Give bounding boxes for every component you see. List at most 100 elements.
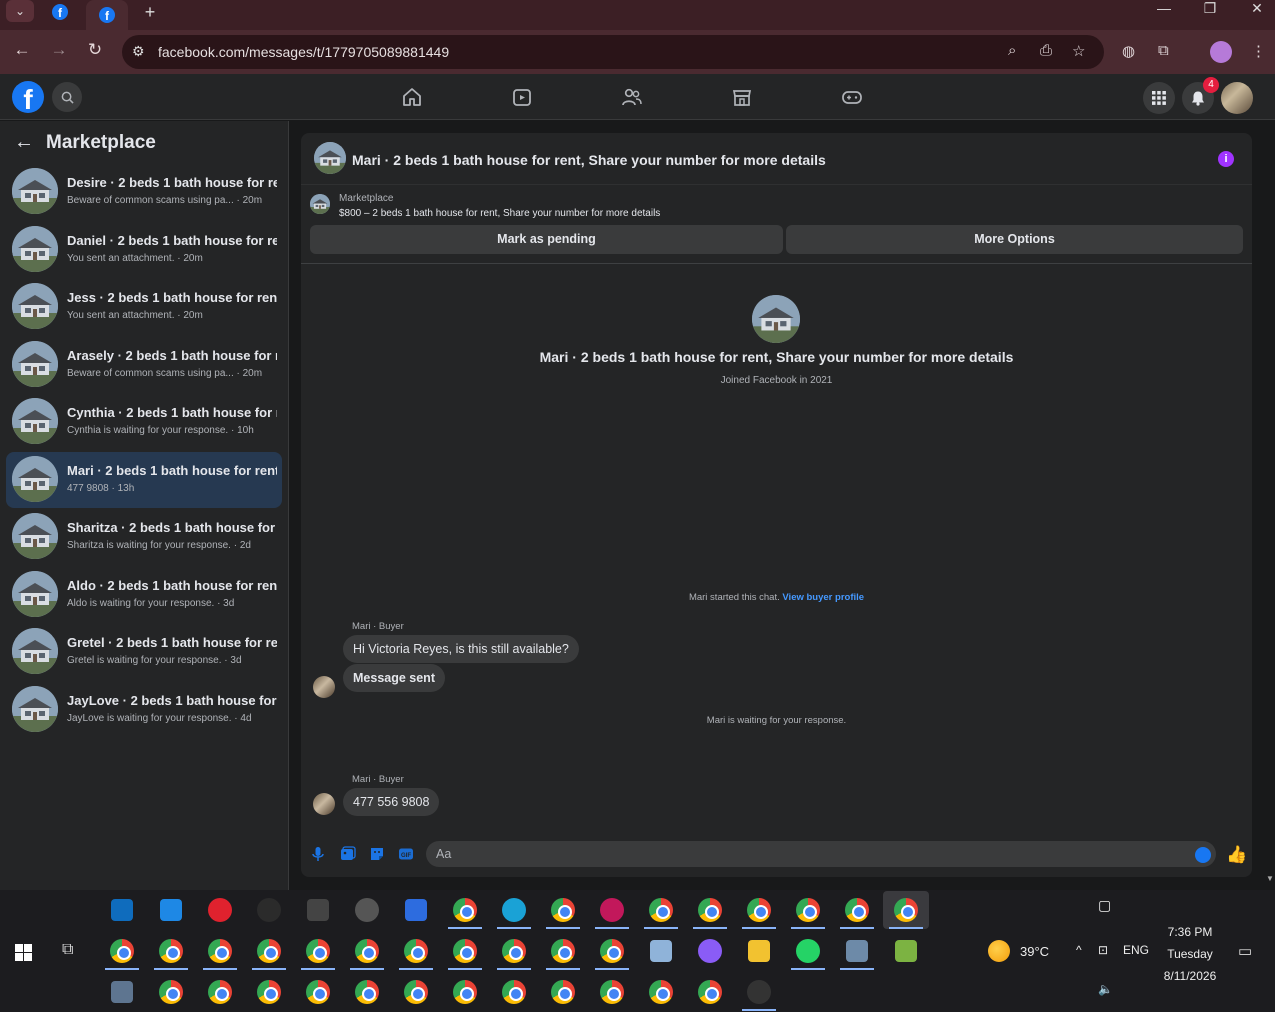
notification-center-icon[interactable]: ▭ [1238, 942, 1252, 960]
taskbar-app-chrome[interactable] [589, 973, 635, 1011]
scroll-down-arrow-icon[interactable]: ▼ [1266, 874, 1274, 883]
taskbar-app-chrome[interactable] [148, 932, 194, 970]
start-button[interactable] [15, 944, 32, 961]
bookmark-star-icon[interactable]: ☆ [1072, 42, 1085, 60]
taskbar-app-chrome[interactable] [295, 932, 341, 970]
conversation-item[interactable]: Desire · 2 beds 1 bath house for re... Be… [6, 164, 282, 220]
conversation-item[interactable]: Mari · 2 beds 1 bath house for rent... 47… [6, 451, 282, 508]
taskbar-app-chrome[interactable] [99, 932, 145, 970]
zoom-icon[interactable]: ⌕ [1008, 42, 1016, 59]
show-hidden-icons-chevron-icon[interactable]: ^ [1076, 943, 1082, 957]
taskbar-app-chrome[interactable] [295, 973, 341, 1011]
conversation-item[interactable]: JayLove · 2 beds 1 bath house for r... Ja… [6, 682, 282, 738]
taskbar-app-security-shield[interactable] [295, 891, 341, 929]
taskbar-app-chrome[interactable] [687, 973, 733, 1011]
sticker-icon[interactable] [369, 846, 385, 862]
mark-as-pending-button[interactable]: Mark as pending [310, 225, 783, 254]
close-window-button[interactable]: ✕ [1237, 0, 1275, 20]
taskbar-app-chrome[interactable] [491, 932, 537, 970]
taskbar-app-chrome[interactable] [442, 891, 488, 929]
translate-icon[interactable]: ◍ [1122, 42, 1135, 60]
page-scrollbar[interactable] [1265, 121, 1275, 891]
taskbar-app-sheets[interactable] [883, 932, 929, 970]
photo-icon[interactable] [340, 846, 356, 862]
taskbar-app-store[interactable] [99, 891, 145, 929]
taskbar-app-chrome[interactable] [883, 891, 929, 929]
taskbar-app-chrome[interactable] [344, 973, 390, 1011]
network-icon[interactable]: ⊡ [1098, 943, 1108, 957]
taskbar-app-obs[interactable] [736, 973, 782, 1011]
taskbar-app-settings-gear[interactable] [344, 891, 390, 929]
weather-widget[interactable]: 39°C [988, 940, 1049, 962]
install-app-icon[interactable]: ⎙ [1040, 42, 1052, 59]
message-input[interactable] [426, 841, 1216, 867]
taskbar-app-chrome[interactable] [442, 973, 488, 1011]
view-buyer-profile-link[interactable]: View buyer profile [782, 592, 864, 603]
search-button[interactable] [52, 82, 82, 112]
profile-avatar-large[interactable] [752, 295, 800, 343]
taskbar-app-photo-viewer[interactable] [99, 973, 145, 1011]
taskbar-app-chrome[interactable] [785, 891, 831, 929]
taskbar-app-chrome[interactable] [736, 891, 782, 929]
browser-menu-icon[interactable]: ⋮ [1251, 42, 1266, 60]
conversation-item[interactable]: Sharitza · 2 beds 1 bath house for r... S… [6, 509, 282, 565]
tab-search-button[interactable]: ⌄ [6, 0, 34, 22]
listing-thumbnail[interactable] [310, 194, 330, 214]
site-info-icon[interactable]: ⚙ [132, 43, 145, 60]
account-avatar[interactable] [1221, 82, 1253, 114]
listing-price-title[interactable]: $800 – 2 beds 1 bath house for rent, Sha… [339, 208, 660, 219]
taskbar-app-whatsapp[interactable] [785, 932, 831, 970]
language-indicator[interactable]: ENG [1123, 943, 1149, 957]
conversation-item[interactable]: Aldo · 2 beds 1 bath house for rent... Al… [6, 567, 282, 623]
message-bubble[interactable]: Message sent [343, 664, 445, 692]
buyer-avatar[interactable] [313, 676, 335, 698]
emoji-icon[interactable] [1195, 847, 1211, 863]
address-bar[interactable]: ⚙ facebook.com/messages/t/17797050898814… [122, 35, 1104, 69]
taskbar-app-chrome[interactable] [148, 973, 194, 1011]
message-bubble[interactable]: Hi Victoria Reyes, is this still availab… [343, 635, 579, 663]
restore-button[interactable]: ❐ [1190, 0, 1230, 20]
taskbar-app-copilot[interactable] [687, 932, 733, 970]
nav-gaming[interactable] [841, 86, 865, 108]
more-options-button[interactable]: More Options [786, 225, 1243, 254]
conversation-item[interactable]: Arasely · 2 beds 1 bath house for r... Be… [6, 337, 282, 393]
task-view-icon[interactable]: ⧉ [62, 941, 73, 959]
minimize-button[interactable]: — [1144, 0, 1184, 20]
conversation-item[interactable]: Daniel · 2 beds 1 bath house for re... Yo… [6, 222, 282, 278]
taskbar-app-opera[interactable] [197, 891, 243, 929]
info-icon[interactable]: i [1218, 151, 1234, 167]
forward-icon[interactable]: → [47, 40, 71, 60]
chat-listing-avatar[interactable] [314, 142, 346, 174]
taskbar-app-chatgpt[interactable] [246, 891, 292, 929]
thumbs-up-icon[interactable]: 👍 [1226, 845, 1247, 865]
conversation-item[interactable]: Jess · 2 beds 1 bath house for rent,... Y… [6, 279, 282, 335]
taskbar-app-chrome[interactable] [197, 932, 243, 970]
gif-icon[interactable]: GIF [398, 846, 414, 862]
tablet-mode-icon[interactable]: ▢ [1098, 897, 1111, 914]
taskbar-app-chrome[interactable] [393, 932, 439, 970]
buyer-avatar[interactable] [313, 793, 335, 815]
taskbar-app-chrome[interactable] [638, 973, 684, 1011]
taskbar-clock[interactable]: 7:36 PM Tuesday 8/11/2026 [1150, 921, 1230, 987]
url-text[interactable]: facebook.com/messages/t/1779705089881449 [158, 44, 449, 60]
new-tab-button[interactable]: + [134, 0, 166, 24]
message-bubble[interactable]: 477 556 9808 [343, 788, 440, 816]
nav-friends[interactable] [621, 86, 645, 108]
taskbar-app-chrome[interactable] [491, 973, 537, 1011]
microphone-icon[interactable] [310, 846, 326, 862]
nav-home[interactable] [401, 86, 425, 108]
browser-profile-avatar[interactable] [1210, 41, 1232, 63]
taskbar-app-chrome[interactable] [344, 932, 390, 970]
taskbar-app-chrome[interactable] [246, 932, 292, 970]
taskbar-app-edge[interactable] [491, 891, 537, 929]
back-arrow-icon[interactable]: ← [14, 131, 34, 154]
taskbar-app-file-explorer[interactable] [736, 932, 782, 970]
taskbar-app-chrome[interactable] [687, 891, 733, 929]
taskbar-app-chrome[interactable] [540, 973, 586, 1011]
taskbar-app-chrome[interactable] [442, 932, 488, 970]
taskbar-app-chrome[interactable] [197, 973, 243, 1011]
taskbar-app-solitaire[interactable] [393, 891, 439, 929]
taskbar-app-chrome[interactable] [834, 891, 880, 929]
conversation-item[interactable]: Cynthia · 2 beds 1 bath house for r... Cy… [6, 394, 282, 450]
facebook-logo[interactable]: f [12, 81, 44, 113]
